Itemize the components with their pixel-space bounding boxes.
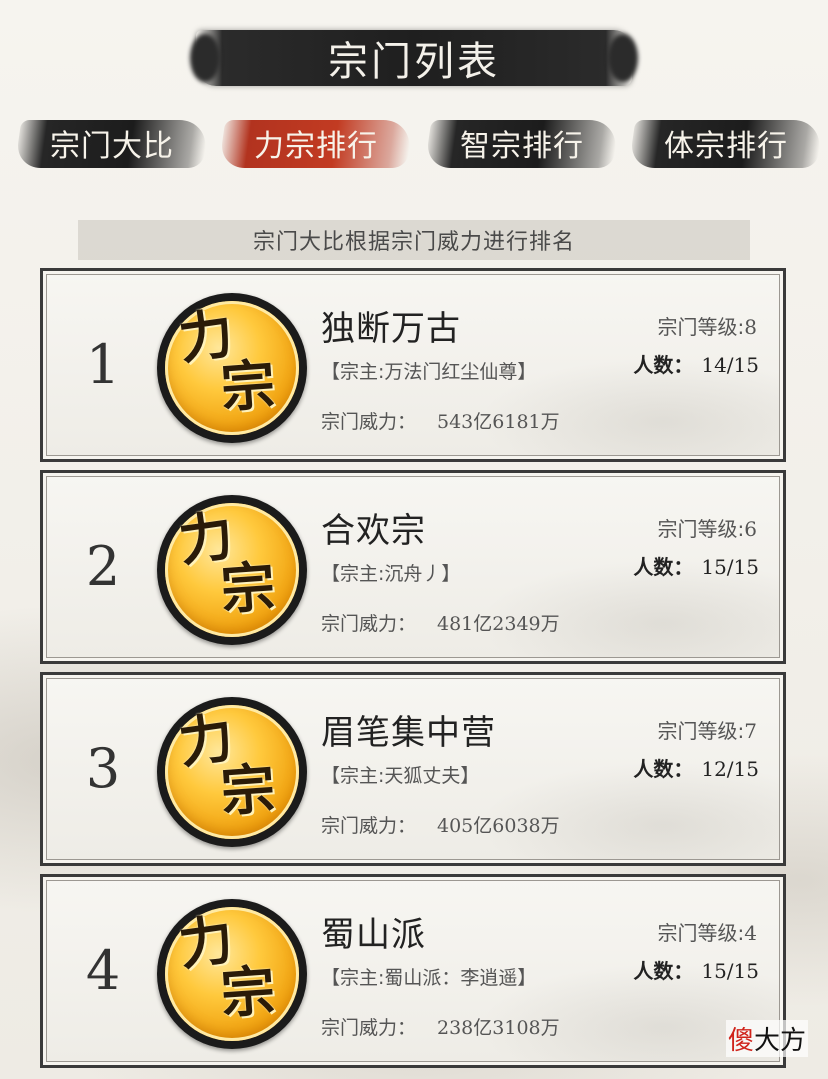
strength-sect-emblem-icon: 力 宗 bbox=[157, 899, 307, 1049]
sect-card[interactable]: 2 力 宗 合欢宗 【宗主:沉舟丿】 宗门威力： 481亿2349万 宗门等级:… bbox=[40, 470, 786, 664]
level-label: 宗门等级: bbox=[657, 517, 745, 541]
level-value: 8 bbox=[744, 315, 757, 339]
power-label: 宗门威力： bbox=[321, 613, 417, 635]
sect-name: 合欢宗 bbox=[321, 511, 426, 551]
page-title: 宗门列表 bbox=[328, 39, 500, 85]
member-count: 人数： 14/15 bbox=[633, 349, 759, 378]
tab-body-ranking[interactable]: 体宗排行 bbox=[628, 110, 824, 176]
level-label: 宗门等级: bbox=[657, 719, 745, 743]
ranking-description: 宗门大比根据宗门威力进行排名 bbox=[78, 220, 750, 260]
members-value: 14/15 bbox=[701, 353, 759, 377]
emblem-char: 宗 bbox=[218, 352, 278, 420]
sect-leader: 【宗主:沉舟丿】 bbox=[321, 563, 461, 585]
members-value: 15/15 bbox=[701, 959, 759, 983]
members-label: 人数： bbox=[633, 757, 694, 781]
sect-card[interactable]: 3 力 宗 眉笔集中营 【宗主:天狐丈夫】 宗门威力： 405亿6038万 宗门… bbox=[40, 672, 786, 866]
watermark: 傻大方 bbox=[725, 1020, 808, 1057]
tab-wisdom-ranking[interactable]: 智宗排行 bbox=[424, 110, 620, 176]
sect-leader: 【宗主:蜀山派：李逍遥】 bbox=[321, 967, 537, 989]
sect-level: 宗门等级:4 bbox=[658, 917, 757, 946]
strength-sect-emblem-icon: 力 宗 bbox=[157, 495, 307, 645]
level-value: 6 bbox=[744, 517, 757, 541]
sect-level: 宗门等级:6 bbox=[658, 513, 757, 542]
sect-card[interactable]: 4 力 宗 蜀山派 【宗主:蜀山派：李逍遥】 宗门威力： 238亿3108万 宗… bbox=[40, 874, 786, 1068]
sect-name: 眉笔集中营 bbox=[321, 713, 496, 753]
power-value: 481亿2349万 bbox=[437, 613, 560, 635]
rank-number: 2 bbox=[85, 535, 121, 598]
power-label: 宗门威力： bbox=[321, 411, 417, 433]
tab-label: 智宗排行 bbox=[460, 129, 584, 164]
strength-sect-emblem-icon: 力 宗 bbox=[157, 697, 307, 847]
tab-bar: 宗门大比 力宗排行 智宗排行 体宗排行 bbox=[0, 110, 828, 180]
members-value: 15/15 bbox=[701, 555, 759, 579]
sect-level: 宗门等级:7 bbox=[658, 715, 757, 744]
members-value: 12/15 bbox=[701, 757, 759, 781]
tab-label: 宗门大比 bbox=[50, 129, 174, 164]
members-label: 人数： bbox=[633, 555, 694, 579]
power-value: 238亿3108万 bbox=[437, 1017, 560, 1039]
member-count: 人数： 12/15 bbox=[633, 753, 759, 782]
page-title-banner: 宗门列表 bbox=[196, 24, 632, 92]
tab-sect-contest[interactable]: 宗门大比 bbox=[14, 110, 210, 176]
strength-sect-emblem-icon: 力 宗 bbox=[157, 293, 307, 443]
member-count: 人数： 15/15 bbox=[633, 551, 759, 580]
level-value: 4 bbox=[744, 921, 757, 945]
level-value: 7 bbox=[744, 719, 757, 743]
level-label: 宗门等级: bbox=[657, 921, 745, 945]
member-count: 人数： 15/15 bbox=[633, 955, 759, 984]
sect-card[interactable]: 1 力 宗 独断万古 【宗主:万法门红尘仙尊】 宗门威力： 543亿6181万 … bbox=[40, 268, 786, 462]
members-label: 人数： bbox=[633, 959, 694, 983]
level-label: 宗门等级: bbox=[657, 315, 745, 339]
emblem-char: 宗 bbox=[218, 958, 278, 1026]
tab-label: 体宗排行 bbox=[664, 129, 788, 164]
members-label: 人数： bbox=[633, 353, 694, 377]
sect-level: 宗门等级:8 bbox=[658, 311, 757, 340]
power-value: 405亿6038万 bbox=[437, 815, 560, 837]
emblem-char: 宗 bbox=[218, 756, 278, 824]
tab-strength-ranking[interactable]: 力宗排行 bbox=[218, 110, 414, 176]
rank-number: 1 bbox=[85, 333, 121, 396]
emblem-char: 宗 bbox=[218, 554, 278, 622]
sect-name: 独断万古 bbox=[321, 309, 461, 349]
power-label: 宗门威力： bbox=[321, 1017, 417, 1039]
rank-number: 3 bbox=[85, 737, 121, 800]
power-label: 宗门威力： bbox=[321, 815, 417, 837]
power-value: 543亿6181万 bbox=[437, 411, 560, 433]
sect-name: 蜀山派 bbox=[321, 915, 426, 955]
tab-label: 力宗排行 bbox=[254, 129, 378, 164]
sect-leader: 【宗主:万法门红尘仙尊】 bbox=[321, 361, 537, 383]
rank-number: 4 bbox=[85, 939, 121, 1002]
sect-leader: 【宗主:天狐丈夫】 bbox=[321, 765, 480, 787]
